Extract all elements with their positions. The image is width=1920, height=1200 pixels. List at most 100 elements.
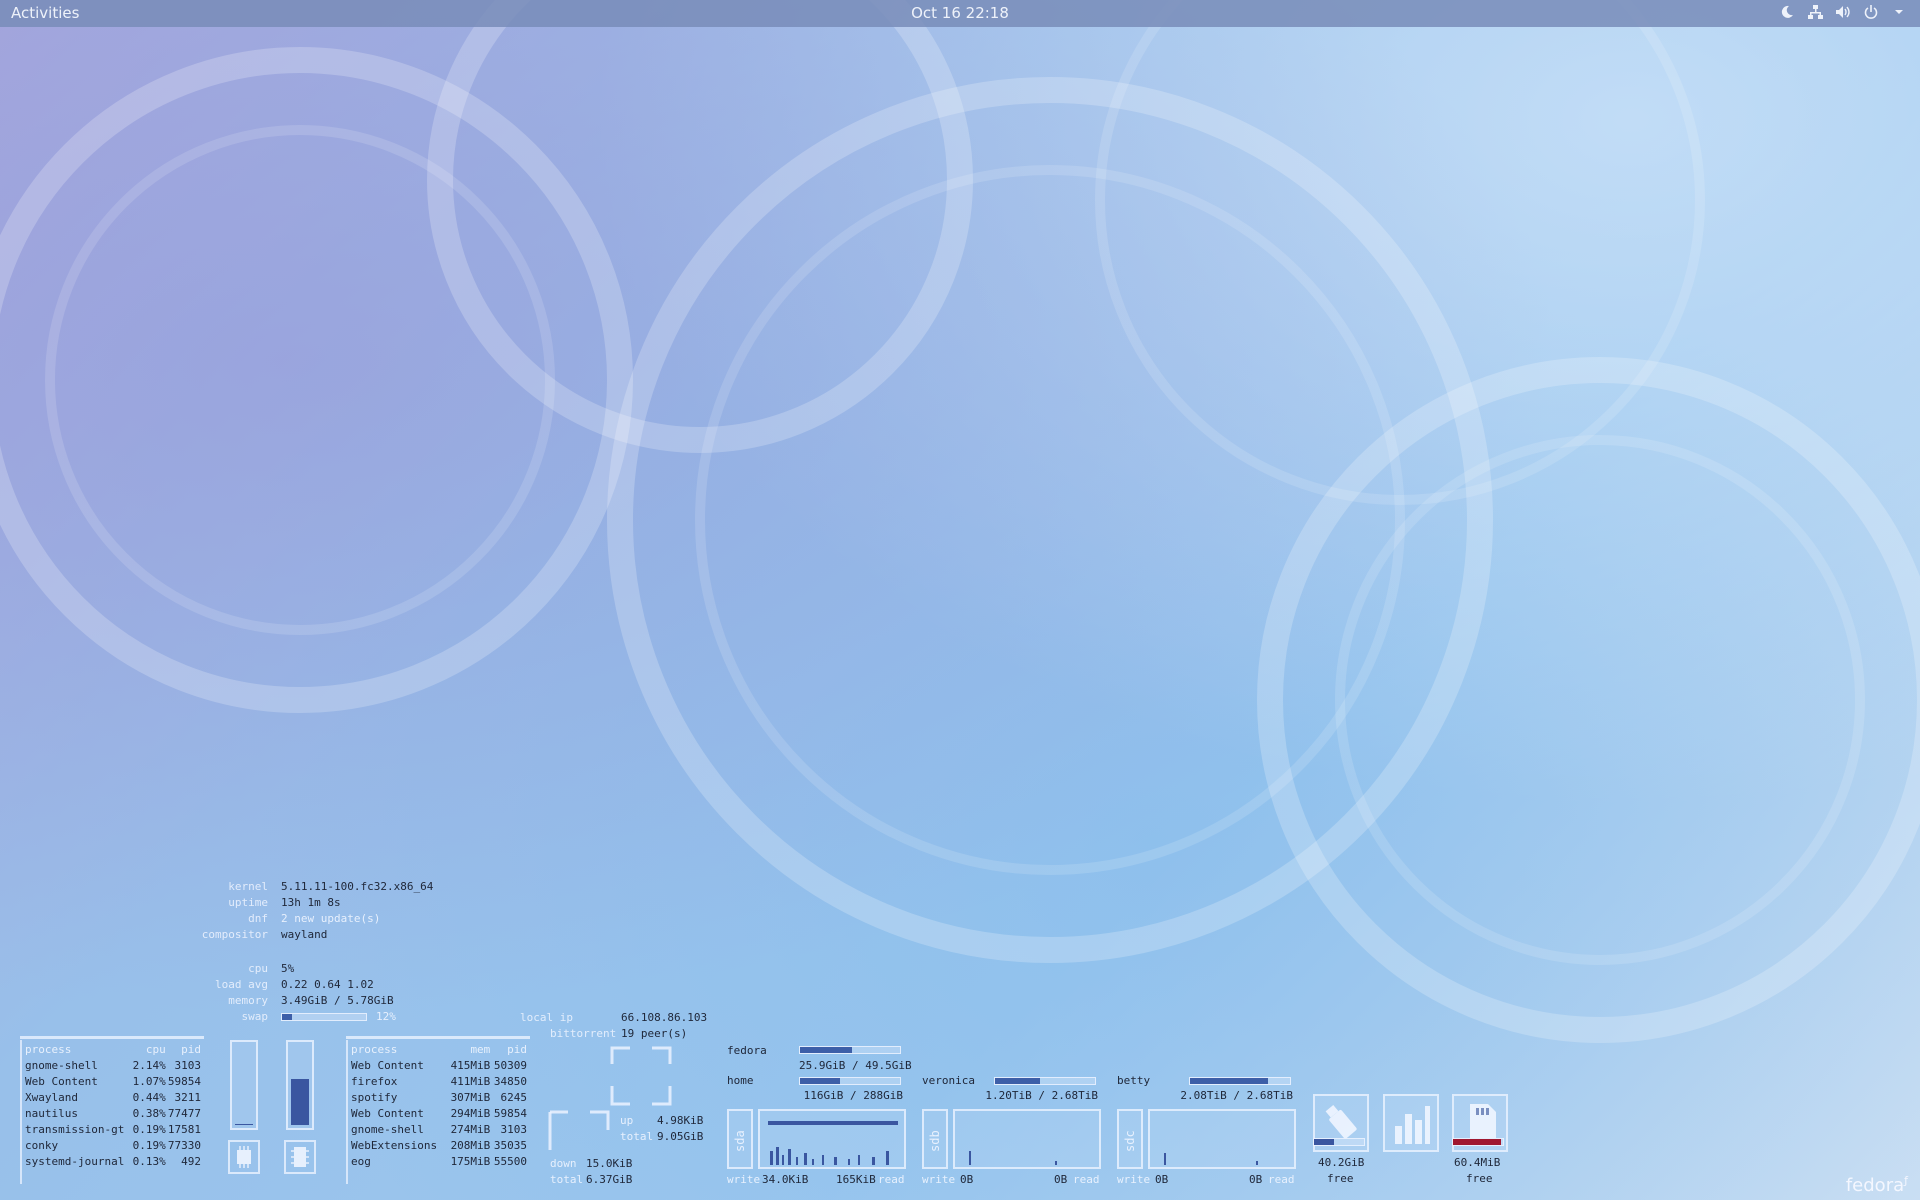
process-pid: 59854 bbox=[493, 1107, 527, 1120]
kernel-label: kernel bbox=[228, 880, 268, 893]
cpu-chip-icon bbox=[228, 1140, 260, 1174]
table-row: Web Content 415MiB 50309 bbox=[351, 1058, 527, 1074]
header-cpu: cpu bbox=[145, 1043, 166, 1056]
memory-label: memory bbox=[228, 994, 268, 1007]
device-free-label: free bbox=[1466, 1172, 1493, 1185]
up-value: 4.98KiB bbox=[657, 1114, 704, 1127]
process-pid: 3103 bbox=[500, 1123, 528, 1136]
down-label: down bbox=[550, 1157, 577, 1170]
fedora-f-icon: ƒ bbox=[1904, 1174, 1908, 1187]
table-row: Web Content 294MiB 59854 bbox=[351, 1106, 527, 1122]
compositor-label: compositor bbox=[201, 928, 268, 941]
disk-io-graph-plot bbox=[768, 1121, 898, 1165]
process-mem: 294MiB bbox=[450, 1107, 491, 1120]
down-value: 15.0KiB bbox=[586, 1157, 633, 1170]
top-bar: Activities Oct 16 22:18 bbox=[0, 0, 1920, 27]
header-pid: pid bbox=[507, 1043, 527, 1056]
process-name: Web Content bbox=[351, 1059, 424, 1072]
disk-read-value: 165KiB bbox=[836, 1173, 876, 1186]
mem-table-bracket bbox=[346, 1040, 348, 1184]
disk-io-graph bbox=[953, 1109, 1101, 1169]
table-row: nautilus 0.38% 77477 bbox=[25, 1106, 201, 1122]
disk-read-value: 0B bbox=[1054, 1173, 1068, 1186]
local-ip-value: 66.108.86.103 bbox=[621, 1011, 708, 1024]
process-pid: 3103 bbox=[174, 1059, 202, 1072]
device-free-label: free bbox=[1327, 1172, 1354, 1185]
process-name: Web Content bbox=[351, 1107, 424, 1120]
cpu-value: 5% bbox=[281, 962, 295, 975]
table-row: Xwayland 0.44% 3211 bbox=[25, 1090, 201, 1106]
header-process: process bbox=[351, 1043, 398, 1056]
process-name: systemd-journal bbox=[25, 1155, 125, 1168]
table-header: process cpu pid bbox=[25, 1042, 201, 1058]
process-mem: 175MiB bbox=[450, 1155, 491, 1168]
cpu-process-table: process cpu pid gnome-shell 2.14% 3103 Web… bbox=[25, 1042, 201, 1170]
header-process: process bbox=[25, 1043, 72, 1056]
swap-bar bbox=[281, 1013, 367, 1021]
fs-usage-bar bbox=[799, 1046, 901, 1054]
memory-gauge bbox=[286, 1040, 314, 1130]
disk-write-label: write bbox=[727, 1173, 761, 1186]
process-mem: 274MiB bbox=[450, 1123, 491, 1136]
process-cpu: 1.07% bbox=[132, 1075, 166, 1088]
table-row: eog 175MiB 55500 bbox=[351, 1154, 527, 1170]
cpu-gauge bbox=[230, 1040, 258, 1130]
fs-name: veronica bbox=[922, 1074, 975, 1087]
bar-chart-icon bbox=[1383, 1094, 1439, 1152]
cpu-label: cpu bbox=[248, 962, 268, 975]
disk-io-graph-plot bbox=[969, 1151, 1057, 1165]
device-usage-bar bbox=[1313, 1138, 1365, 1146]
disk-read-value: 0B bbox=[1249, 1173, 1263, 1186]
fs-usage-fill bbox=[1190, 1078, 1268, 1084]
memory-stick-icon bbox=[284, 1140, 316, 1174]
process-pid: 35035 bbox=[493, 1139, 527, 1152]
system-tray[interactable] bbox=[1778, 3, 1908, 21]
process-name: conky bbox=[25, 1139, 59, 1152]
disk-write-value: 0B bbox=[960, 1173, 974, 1186]
process-pid: 55500 bbox=[493, 1155, 527, 1168]
process-cpu: 2.14% bbox=[132, 1059, 166, 1072]
process-name: firefox bbox=[351, 1075, 398, 1088]
fs-usage-bar bbox=[994, 1077, 1096, 1085]
process-cpu: 0.19% bbox=[132, 1123, 166, 1136]
swap-bar-fill bbox=[282, 1014, 293, 1020]
up-label: up bbox=[620, 1114, 634, 1127]
table-row: systemd-journal 0.13% 492 bbox=[25, 1154, 201, 1170]
disk-read-label: read bbox=[1073, 1173, 1100, 1186]
uptime-value: 13h 1m 8s bbox=[281, 896, 341, 909]
process-pid: 59854 bbox=[167, 1075, 201, 1088]
header-mem: mem bbox=[470, 1043, 491, 1056]
bittorrent-label: bittorrent bbox=[550, 1027, 617, 1040]
process-mem: 208MiB bbox=[450, 1139, 491, 1152]
clock[interactable]: Oct 16 22:18 bbox=[911, 4, 1009, 22]
process-name: Web Content bbox=[25, 1075, 98, 1088]
process-name: Xwayland bbox=[25, 1091, 78, 1104]
process-name: spotify bbox=[351, 1091, 398, 1104]
table-row: firefox 411MiB 34850 bbox=[351, 1074, 527, 1090]
fs-usage: 1.20TiB / 2.68TiB bbox=[985, 1089, 1098, 1102]
fs-usage-bar bbox=[1189, 1077, 1291, 1085]
uptime-label: uptime bbox=[228, 896, 268, 909]
cpu-gauge-fill bbox=[235, 1124, 253, 1125]
activities-button[interactable]: Activities bbox=[11, 4, 79, 22]
disk-write-label: write bbox=[1117, 1173, 1151, 1186]
fedora-logo: fedoraƒ bbox=[1846, 1174, 1908, 1196]
bittorrent-value: 19 peer(s) bbox=[621, 1027, 688, 1040]
memory-process-table: process mem pid Web Content 415MiB 50309 f… bbox=[351, 1042, 527, 1170]
disk-io-graph bbox=[1148, 1109, 1296, 1169]
cpu-table-topline bbox=[20, 1036, 204, 1039]
process-name: WebExtensions bbox=[351, 1139, 438, 1152]
network-icon bbox=[1806, 3, 1824, 21]
disk-write-label: write bbox=[922, 1173, 956, 1186]
process-pid: 50309 bbox=[493, 1059, 527, 1072]
disk-name: sdb bbox=[928, 1130, 942, 1152]
process-cpu: 0.19% bbox=[132, 1139, 166, 1152]
swap-value: 12% bbox=[376, 1010, 396, 1023]
fs-usage: 25.9GiB / 49.5GiB bbox=[799, 1059, 912, 1072]
process-pid: 77330 bbox=[167, 1139, 201, 1152]
down-total-value: 6.37GiB bbox=[586, 1173, 633, 1186]
device-free-value: 60.4MiB bbox=[1454, 1156, 1501, 1169]
loadavg-value: 0.22 0.64 1.02 bbox=[281, 978, 374, 991]
mem-table-topline bbox=[346, 1036, 530, 1039]
process-name: eog bbox=[351, 1155, 371, 1168]
